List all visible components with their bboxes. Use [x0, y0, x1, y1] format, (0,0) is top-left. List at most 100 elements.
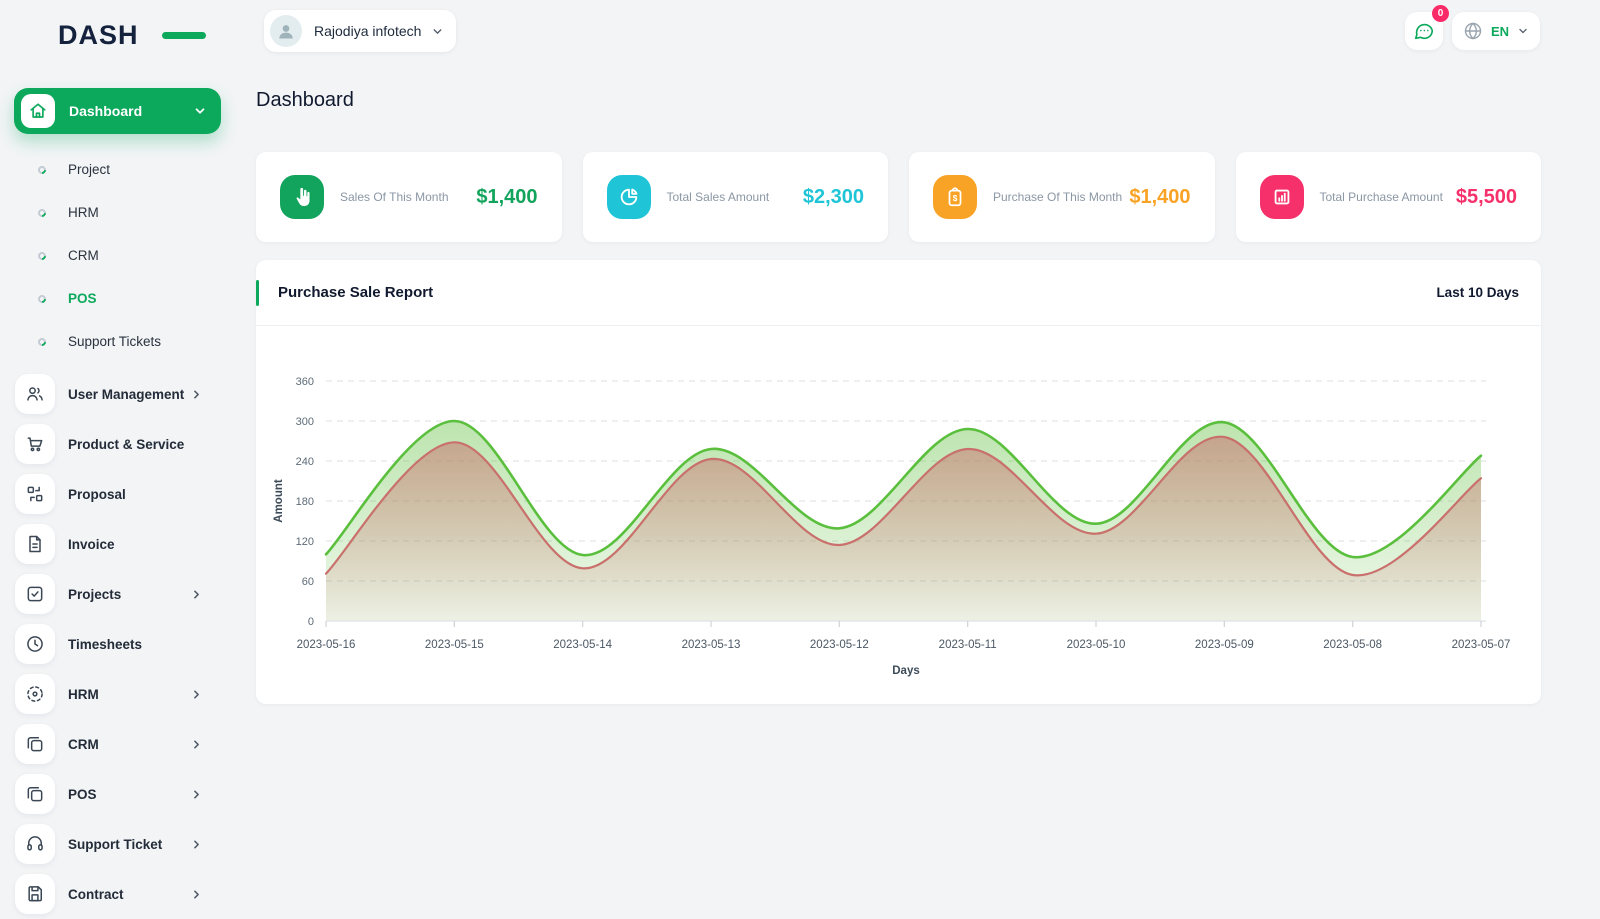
sidebar-item-product-service[interactable]: Product & Service — [0, 419, 235, 469]
x-tick-label: 2023-05-10 — [1067, 639, 1126, 651]
sidebar-subitem-project[interactable]: Project — [0, 148, 235, 191]
sidebar: DASH Dashboard Project HRM CRM POS Suppo… — [0, 0, 235, 900]
y-tick-label: 240 — [296, 456, 314, 468]
sidebar-subitem-label: Project — [68, 162, 110, 177]
logo-dash-bar — [162, 32, 206, 39]
x-tick-label: 2023-05-07 — [1452, 639, 1511, 651]
purchase-sale-chart: 060120180240300360Amount2023-05-162023-0… — [256, 326, 1541, 702]
stat-label: Total Sales Amount — [667, 190, 770, 204]
sidebar-subitem-label: CRM — [68, 248, 99, 263]
sidebar-nav: User Management Product & Service Propos… — [0, 369, 235, 919]
report-title: Purchase Sale Report — [278, 284, 433, 301]
y-tick-label: 120 — [296, 536, 314, 548]
blocks-icon — [15, 474, 55, 514]
x-tick-label: 2023-05-09 — [1195, 639, 1254, 651]
clipboard-dollar-icon: $ — [933, 175, 977, 219]
sidebar-subitem-label: HRM — [68, 205, 99, 220]
chevron-right-icon — [190, 738, 203, 751]
sidebar-item-label: HRM — [68, 687, 99, 702]
sidebar-subitem-hrm[interactable]: HRM — [0, 191, 235, 234]
clock-icon — [15, 624, 55, 664]
sidebar-item-label: Contract — [68, 887, 124, 902]
focus-icon — [15, 674, 55, 714]
page-title: Dashboard — [256, 89, 1541, 112]
chevron-right-icon — [190, 688, 203, 701]
y-tick-label: 60 — [302, 576, 314, 588]
sidebar-item-label: Product & Service — [68, 437, 184, 452]
company-selector[interactable]: Rajodiya infotech — [264, 10, 456, 52]
sidebar-item-label: POS — [68, 787, 97, 802]
sidebar-item-label: Support Ticket — [68, 837, 162, 852]
messages-badge: 0 — [1432, 5, 1449, 22]
stat-label: Sales Of This Month — [340, 190, 449, 204]
sidebar-item-pos[interactable]: POS — [0, 769, 235, 819]
home-icon — [21, 94, 55, 128]
sidebar-item-user-management[interactable]: User Management — [0, 369, 235, 419]
chevron-right-icon — [190, 388, 203, 401]
app-logo-text: DASH — [58, 20, 139, 50]
sidebar-subitem-label: POS — [68, 291, 97, 306]
bullet-icon — [36, 164, 47, 175]
sidebar-subitem-crm[interactable]: CRM — [0, 234, 235, 277]
pie-chart-icon — [607, 175, 651, 219]
purchase-sale-report-card: Purchase Sale Report Last 10 Days 060120… — [256, 260, 1541, 704]
bullet-icon — [36, 293, 47, 304]
language-selector[interactable]: EN — [1452, 12, 1540, 50]
chevron-right-icon — [190, 788, 203, 801]
stat-card-total-sales-amount: Total Sales Amount $2,300 — [583, 152, 889, 242]
x-tick-label: 2023-05-14 — [553, 639, 612, 651]
report-header: Purchase Sale Report Last 10 Days — [256, 260, 1541, 326]
sidebar-item-label: Dashboard — [69, 103, 142, 119]
report-range-label: Last 10 Days — [1436, 285, 1519, 300]
sidebar-item-proposal[interactable]: Proposal — [0, 469, 235, 519]
y-axis-title: Amount — [273, 479, 285, 523]
sidebar-item-label: Timesheets — [68, 637, 142, 652]
y-tick-label: 360 — [296, 376, 314, 388]
chevron-right-icon — [190, 838, 203, 851]
users-icon — [15, 374, 55, 414]
sidebar-item-hrm[interactable]: HRM — [0, 669, 235, 719]
stat-cards: Sales Of This Month $1,400 Total Sales A… — [256, 152, 1541, 242]
sidebar-item-label: Projects — [68, 587, 121, 602]
chevron-down-icon — [193, 104, 207, 118]
sidebar-item-contract[interactable]: Contract — [0, 869, 235, 919]
x-tick-label: 2023-05-12 — [810, 639, 869, 651]
stat-value: $2,300 — [803, 186, 864, 209]
sidebar-item-label: User Management — [68, 387, 184, 402]
y-tick-label: 180 — [296, 496, 314, 508]
sidebar-item-invoice[interactable]: Invoice — [0, 519, 235, 569]
topbar: Rajodiya infotech 0 EN — [235, 0, 1600, 62]
chat-icon — [1413, 20, 1435, 42]
stat-label: Total Purchase Amount — [1320, 190, 1443, 204]
sidebar-subitem-pos[interactable]: POS — [0, 277, 235, 320]
sidebar-item-label: Proposal — [68, 487, 126, 502]
sidebar-item-crm[interactable]: CRM — [0, 719, 235, 769]
chevron-right-icon — [190, 888, 203, 901]
stat-value: $1,400 — [1129, 186, 1190, 209]
save-icon — [15, 874, 55, 914]
bullet-icon — [36, 207, 47, 218]
sidebar-subitem-support-tickets[interactable]: Support Tickets — [0, 320, 235, 363]
sidebar-item-projects[interactable]: Projects — [0, 569, 235, 619]
bar-chart-icon — [1260, 175, 1304, 219]
x-tick-label: 2023-05-13 — [682, 639, 741, 651]
sidebar-item-dashboard[interactable]: Dashboard — [14, 88, 221, 134]
x-axis-title: Days — [892, 665, 920, 677]
sidebar-subitem-label: Support Tickets — [68, 334, 161, 349]
company-name: Rajodiya infotech — [314, 23, 421, 39]
sidebar-item-support-ticket[interactable]: Support Ticket — [0, 819, 235, 869]
x-tick-label: 2023-05-15 — [425, 639, 484, 651]
copy-icon — [15, 774, 55, 814]
stat-label: Purchase Of This Month — [993, 190, 1122, 204]
language-code: EN — [1491, 24, 1509, 39]
chevron-down-icon — [431, 25, 444, 38]
sidebar-item-timesheets[interactable]: Timesheets — [0, 619, 235, 669]
x-tick-label: 2023-05-08 — [1323, 639, 1382, 651]
app-logo: DASH — [58, 20, 178, 50]
check-square-icon — [15, 574, 55, 614]
invoice-icon — [15, 524, 55, 564]
main-content: Dashboard Sales Of This Month $1,400 Tot… — [256, 62, 1541, 704]
copy-icon — [15, 724, 55, 764]
stat-value: $5,500 — [1456, 186, 1517, 209]
messages-button[interactable]: 0 — [1405, 12, 1443, 50]
